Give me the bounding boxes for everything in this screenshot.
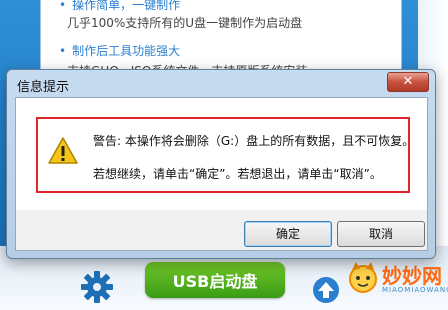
dialog-title: 信息提示 [17, 80, 70, 95]
close-icon: ✕ [402, 74, 414, 89]
up-arrow-icon[interactable] [312, 276, 340, 304]
dialog-footer: 确定 取消 [15, 210, 428, 251]
ok-button[interactable]: 确定 [244, 221, 332, 247]
feature-item-1: • 操作简单，一键制作 [59, 0, 180, 13]
feature-desc-1: 几乎100%支持所有的U盘一键制作为启动盘 [67, 16, 303, 30]
feature-title-2: 制作后工具功能强大 [72, 44, 181, 58]
brand-logo: 妙妙网 MIAOMIAOWANG [344, 256, 448, 304]
feature-title-1: 操作简单，一键制作 [72, 0, 181, 12]
feature-item-2: • 制作后工具功能强大 [59, 42, 180, 59]
warning-message: 警告: 本操作将会删除（G:）盘上的所有数据，且不可恢复。 [93, 134, 415, 148]
brand-name: 妙妙网 [382, 264, 442, 288]
dialog-content: 警告: 本操作将会删除（G:）盘上的所有数据，且不可恢复。 若想继续，请单击“确… [15, 97, 428, 211]
instruction-message: 若想继续，请单击“确定”。若想退出，请单击“取消”。 [93, 167, 382, 181]
brand-subtitle: MIAOMIAOWANG [382, 286, 448, 294]
info-dialog: 信息提示 ✕ 警告: 本操作将会删除（G:）盘上的所有数据，且不可恢复。 若想继… [6, 69, 436, 259]
bullet-icon: • [59, 44, 67, 58]
warning-box: 警告: 本操作将会删除（G:）盘上的所有数据，且不可恢复。 若想继续，请单击“确… [36, 117, 414, 193]
close-button[interactable]: ✕ [387, 72, 429, 92]
brand-mascot-icon [349, 262, 377, 293]
gear-icon[interactable] [80, 270, 114, 304]
bullet-icon: • [59, 0, 67, 12]
warning-icon [48, 137, 78, 164]
usb-boot-disk-button[interactable]: USB启动盘 [145, 262, 285, 298]
cancel-button[interactable]: 取消 [337, 221, 425, 247]
